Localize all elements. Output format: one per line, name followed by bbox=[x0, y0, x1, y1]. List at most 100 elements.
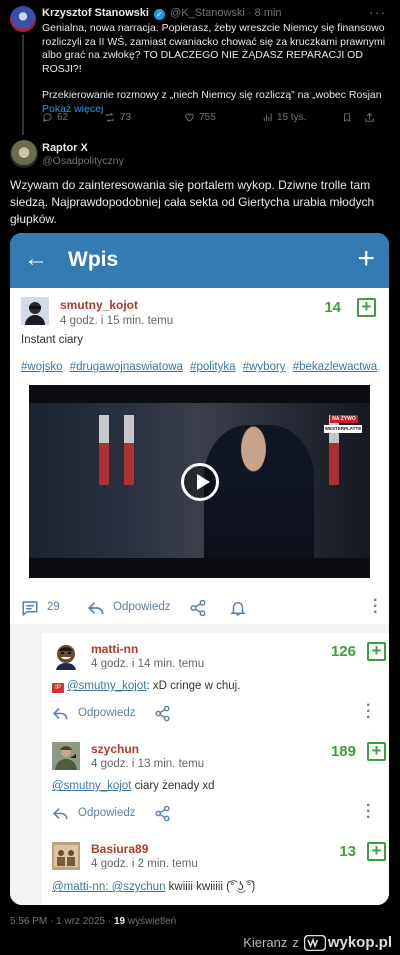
like-button[interactable]: 755 bbox=[184, 112, 262, 123]
watermark-user: Kieranz bbox=[243, 935, 288, 950]
watermark: Kieranz z wykop.pl bbox=[243, 934, 392, 951]
comment-actions: Odpowiedz · · · bbox=[52, 797, 382, 826]
reply-label: Odpowiedz bbox=[113, 601, 171, 613]
quoted-tweet-header: Krzysztof Stanowski ✓ @K_Stanowski · 8 m… bbox=[42, 7, 282, 20]
plus-vote-icon: + bbox=[367, 642, 386, 661]
retweet-button[interactable]: 73 bbox=[104, 112, 184, 123]
tag: #drugawojnaswiatowa bbox=[69, 361, 183, 373]
reply-arrow-icon bbox=[53, 707, 68, 720]
comment-votes: 13 bbox=[339, 843, 356, 860]
retweet-count: 73 bbox=[120, 112, 132, 123]
comment-username: szychun bbox=[91, 742, 140, 756]
tweet-time[interactable]: 8 min bbox=[255, 7, 282, 19]
attached-screenshot[interactable]: ← Wpis + smutny_kojot 4 godz. i 15 min. … bbox=[10, 233, 389, 905]
comment-time: 4 godz. i 14 min. temu bbox=[91, 658, 205, 670]
share-icon bbox=[155, 805, 170, 822]
video-embed: NA ŻYWO WESTERPLATTE bbox=[29, 385, 370, 578]
plus-vote-icon: + bbox=[367, 842, 386, 861]
comments-icon bbox=[22, 601, 38, 616]
mention: @smutny_kojot bbox=[52, 780, 132, 792]
entry-body: Instant ciary bbox=[21, 334, 83, 346]
reply-count: 62 bbox=[57, 112, 69, 123]
reply-icon bbox=[42, 113, 52, 123]
bar-chart-icon bbox=[263, 113, 272, 122]
entry-username: smutny_kojot bbox=[60, 298, 139, 312]
comment-time: 4 godz. i 13 min. temu bbox=[91, 758, 205, 770]
comment-text: @smutny_kojot ciary żenady xd bbox=[52, 780, 215, 792]
like-count: 755 bbox=[199, 112, 216, 123]
author-handle[interactable]: @Osadpolityczny bbox=[42, 155, 124, 167]
reply-label: Odpowiedz bbox=[78, 807, 136, 819]
ip-icon: IP bbox=[52, 683, 64, 693]
comment-text: @matti-nn: @szychun kwiiii kwiiiii (͡° ͜… bbox=[52, 881, 255, 893]
avatar bbox=[21, 297, 49, 325]
entry-votes: 14 bbox=[324, 299, 341, 316]
reply-arrow-icon bbox=[88, 602, 104, 615]
quoted-tweet-text: Genialna, nowa narracja. Popierasz, żeby… bbox=[42, 22, 387, 116]
views-label: wyświetleń bbox=[125, 916, 177, 927]
heart-icon bbox=[185, 113, 194, 122]
timestamp-text: 5:56 PM · 1 wrz 2025 · bbox=[10, 916, 114, 927]
avatar[interactable] bbox=[10, 6, 36, 32]
tweet-actions: 62 73 755 15 tys. bbox=[42, 112, 387, 123]
share-button[interactable] bbox=[364, 112, 375, 123]
dot-separator: · bbox=[247, 7, 255, 19]
reply-arrow-icon bbox=[53, 807, 68, 820]
view-count: 15 tys. bbox=[277, 112, 307, 123]
plus-icon: + bbox=[357, 242, 375, 275]
kebab-menu-icon: · · · bbox=[366, 797, 372, 826]
tag: #wojsko bbox=[21, 361, 63, 373]
back-arrow-icon: ← bbox=[24, 245, 48, 272]
avatar bbox=[52, 642, 80, 670]
comment-text-body: kwiiii kwiiiii (͡° ͜ʖ ͡°) bbox=[165, 881, 256, 893]
reply-button[interactable]: 62 bbox=[42, 112, 104, 123]
mention: @smutny_kojot bbox=[67, 680, 147, 692]
comments-count: 29 bbox=[47, 601, 60, 613]
comment-votes: 126 bbox=[330, 643, 356, 660]
bookmark-button[interactable] bbox=[342, 112, 364, 123]
page-title: Wpis bbox=[68, 248, 119, 271]
author-name[interactable]: Krzysztof Stanowski bbox=[42, 7, 149, 19]
avatar bbox=[52, 842, 80, 870]
comment-time: 4 godz. i 2 min. temu bbox=[91, 858, 198, 870]
avatar bbox=[52, 742, 80, 770]
quoted-tweet[interactable]: Krzysztof Stanowski ✓ @K_Stanowski · 8 m… bbox=[0, 0, 400, 135]
location-badge: WESTERPLATTE bbox=[324, 425, 362, 433]
wykop-logo-icon bbox=[303, 934, 326, 951]
more-options-icon[interactable]: ··· bbox=[369, 4, 386, 20]
share-icon bbox=[155, 705, 170, 722]
mention: @matti-nn: @szychun bbox=[52, 881, 166, 893]
tweet-timestamp[interactable]: 5:56 PM · 1 wrz 2025 · 19 wyświetleń bbox=[10, 916, 176, 927]
author-handle[interactable]: @K_Stanowski bbox=[170, 7, 245, 19]
bell-icon bbox=[230, 602, 246, 616]
comment: szychun 4 godz. i 13 min. temu 189 + @sm… bbox=[42, 733, 389, 833]
author-name[interactable]: Raptor X bbox=[42, 142, 88, 154]
watermark-separator: z bbox=[292, 935, 299, 950]
reply-label: Odpowiedz bbox=[78, 707, 136, 719]
share-icon bbox=[190, 599, 206, 617]
comment-votes: 189 bbox=[330, 743, 356, 760]
views-button[interactable]: 15 tys. bbox=[262, 112, 342, 123]
plus-vote-icon: + bbox=[357, 298, 376, 317]
tag: #wybory bbox=[242, 361, 286, 373]
entry-time: 4 godz. i 15 min. temu bbox=[60, 315, 174, 327]
live-badge: NA ŻYWO bbox=[330, 415, 358, 423]
comment-text: IP @smutny_kojot: xD cringe w chuj. bbox=[52, 680, 240, 693]
speaker-image bbox=[204, 425, 314, 558]
views-count: 19 bbox=[113, 916, 126, 927]
comment-text-body: : xD cringe w chuj. bbox=[146, 680, 241, 692]
play-icon bbox=[181, 463, 219, 501]
entry: smutny_kojot 4 godz. i 15 min. temu 14 +… bbox=[10, 288, 389, 624]
wykop-header: ← Wpis + bbox=[10, 233, 389, 288]
avatar[interactable] bbox=[10, 140, 38, 168]
entry-tags: #wojsko #drugawojnaswiatowa #polityka #w… bbox=[21, 361, 381, 373]
flag-image bbox=[124, 415, 134, 485]
comment-text-body: ciary żenady xd bbox=[131, 780, 215, 792]
wykop-logo-text: wykop.pl bbox=[327, 934, 392, 951]
entry-actions: 29 Odpowiedz · · · bbox=[21, 593, 381, 622]
verified-badge-icon: ✓ bbox=[154, 9, 166, 20]
tweet-paragraph-text: Przekierowanie rozmowy z „niech Niemcy s… bbox=[42, 89, 382, 101]
comments-list: matti-nn 4 godz. i 14 min. temu 126 + IP… bbox=[10, 624, 389, 905]
tag: #polityka bbox=[190, 361, 236, 373]
plus-vote-icon: + bbox=[367, 742, 386, 761]
